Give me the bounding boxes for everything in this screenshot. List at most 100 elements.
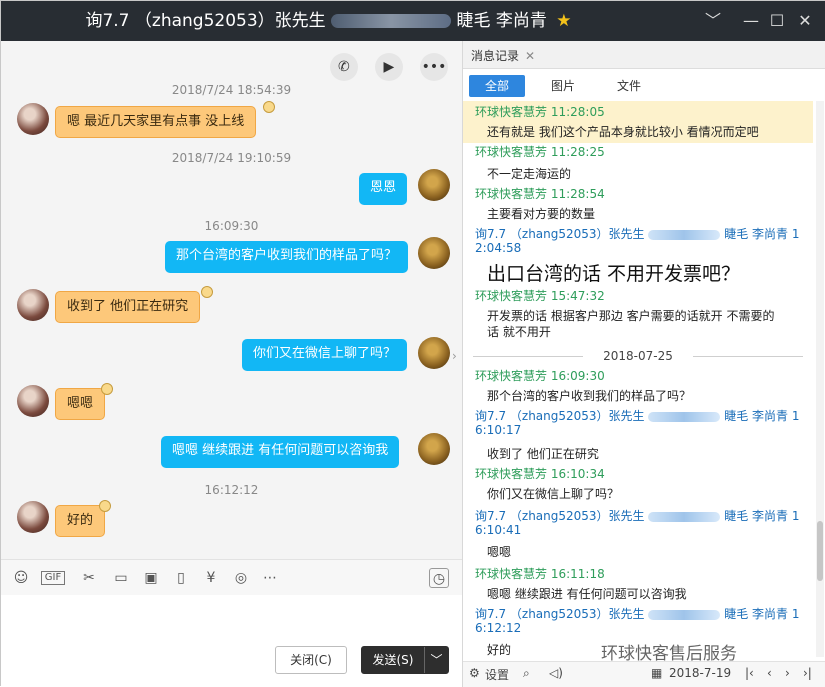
chat-pane: ✆ ▶ ••• 2018/7/24 18:54:39 嗯 最近几天家里有点事 没… <box>1 41 463 687</box>
red-packet-icon[interactable]: ¥ <box>201 568 221 588</box>
history-sender: 环球快客慧芳 15:47:32 <box>475 289 605 303</box>
tab-message-history[interactable]: 消息记录 ✕ <box>471 47 535 64</box>
history-sender: 环球快客慧芳 16:11:18 <box>475 567 605 581</box>
history-sender: 环球快客慧芳 11:28:54 <box>475 187 605 201</box>
title-redacted-phone <box>331 14 452 28</box>
settings-icon[interactable]: ⚙ <box>469 666 480 680</box>
minimize-button[interactable]: — <box>739 9 763 33</box>
chevron-down-icon[interactable]: ﹀ <box>701 9 725 33</box>
history-sender: 询7.7 （zhang52053）张先生 睫毛 李尚青 1 <box>475 507 799 524</box>
history-sender: 环球快客慧芳 11:28:05 <box>475 105 605 119</box>
collapse-arrow-icon[interactable]: › <box>452 349 457 363</box>
history-list: 环球快客慧芳 11:28:05 还有就是 我们这个产品本身就比较小 看情况而定吧… <box>463 101 813 657</box>
sender-tail: 睫毛 李尚青 1 <box>724 607 800 621</box>
last-page-icon[interactable]: ›| <box>803 666 812 680</box>
window-title: 询7.7 （zhang52053）张先生 睫毛 李尚青 ★ <box>1 1 656 41</box>
shake-icon[interactable]: ▯ <box>171 568 191 588</box>
avatar[interactable] <box>17 385 49 417</box>
send-button[interactable]: 发送(S) ﹀ <box>361 646 449 674</box>
message-bubble-outgoing: 你们又在微信上聊了吗？ <box>242 339 408 371</box>
avatar[interactable] <box>418 169 450 201</box>
prev-page-icon[interactable]: ‹ <box>767 666 772 680</box>
scissors-icon[interactable]: ✂ <box>79 568 99 588</box>
more-icon[interactable]: ••• <box>420 53 448 81</box>
chat-messages: ✆ ▶ ••• 2018/7/24 18:54:39 嗯 最近几天家里有点事 没… <box>1 41 462 558</box>
history-footer: ⚙ 设置 ⌕ ◁) ▦ 2018-7-19 |‹ ‹ › ›| <box>463 661 825 687</box>
sender-tail: 睫毛 李尚青 1 <box>724 409 800 423</box>
video-icon[interactable]: ▶ <box>374 53 403 81</box>
history-sender: 询7.7 （zhang52053）张先生 睫毛 李尚青 1 <box>475 407 799 424</box>
sender-tail: 睫毛 李尚青 1 <box>724 227 800 241</box>
avatar[interactable] <box>17 289 49 321</box>
input-toolbar: ☺ GIF ✂ ▭ ▣ ▯ ¥ ◎ ⋯ ◷ <box>1 559 462 595</box>
folder-icon[interactable]: ▭ <box>111 568 131 588</box>
close-window-button[interactable]: ✕ <box>793 9 817 33</box>
timestamp: 16:09:30 <box>204 219 259 233</box>
history-message: 还有就是 我们这个产品本身就比较小 看情况而定吧 <box>487 125 759 139</box>
settings-label[interactable]: 设置 <box>485 666 509 683</box>
history-sender: 询7.7 （zhang52053）张先生 睫毛 李尚青 1 <box>475 225 799 242</box>
redacted-phone <box>648 609 721 620</box>
filter-images[interactable]: 图片 <box>535 75 591 97</box>
history-clock-icon[interactable]: ◷ <box>429 568 449 588</box>
title-bar: 询7.7 （zhang52053）张先生 睫毛 李尚青 ★ ﹀ — ☐ ✕ <box>1 1 825 41</box>
title-contact: 询7.7 （zhang52053）张先生 <box>85 11 326 31</box>
message-bubble-incoming: 收到了 他们正在研究 <box>55 291 201 323</box>
avatar[interactable] <box>17 103 49 135</box>
redacted-phone <box>648 511 721 522</box>
next-page-icon[interactable]: › <box>785 666 790 680</box>
history-message: 那个台湾的客户收到我们的样品了吗？ <box>487 389 692 403</box>
history-date[interactable]: 2018-7-19 <box>669 666 731 680</box>
history-message: 嗯嗯 <box>487 545 512 559</box>
history-message: 收到了 他们正在研究 <box>487 447 599 461</box>
history-scrollbar[interactable] <box>816 101 824 657</box>
paw-icon <box>99 500 111 512</box>
scrollbar-thumb[interactable] <box>817 521 823 581</box>
history-time: 2:04:58 <box>475 241 522 255</box>
message-bubble-incoming: 嗯 最近几天家里有点事 没上线 <box>55 106 257 138</box>
filter-files[interactable]: 文件 <box>601 75 657 97</box>
search-icon[interactable]: ⌕ <box>523 666 530 681</box>
gif-icon[interactable]: GIF <box>41 571 65 585</box>
speaker-icon[interactable]: ◁) <box>549 666 563 680</box>
close-icon[interactable]: ✕ <box>525 49 535 63</box>
first-page-icon[interactable]: |‹ <box>745 666 754 680</box>
close-button[interactable]: 关闭(C) <box>275 646 347 674</box>
history-time: 6:10:41 <box>475 523 522 537</box>
history-sender: 环球快客慧芳 16:09:30 <box>475 369 605 383</box>
emoji-icon[interactable]: ☺ <box>11 568 31 588</box>
history-pane: 消息记录 ✕ 全部 图片 文件 环球快客慧芳 11:28:05 还有就是 我们这个… <box>463 41 825 687</box>
redacted-phone <box>648 229 721 240</box>
title-contact-suffix: 睫毛 李尚青 <box>456 11 547 31</box>
sender-name: 询7.7 （zhang52053）张先生 <box>475 227 645 241</box>
history-filters: 全部 图片 文件 <box>463 73 825 97</box>
sender-name: 询7.7 （zhang52053）张先生 <box>475 607 645 621</box>
history-time: 6:12:12 <box>475 621 522 635</box>
timestamp: 2018/7/24 18:54:39 <box>171 83 292 97</box>
transfer-icon[interactable]: ◎ <box>231 568 251 588</box>
maximize-button[interactable]: ☐ <box>765 9 789 33</box>
send-options-icon[interactable]: ﹀ <box>424 647 448 673</box>
paw-icon <box>201 286 213 298</box>
more-tools-icon[interactable]: ⋯ <box>260 568 280 588</box>
calendar-icon[interactable]: ▦ <box>651 666 662 680</box>
avatar[interactable] <box>17 501 49 533</box>
timestamp: 2018/7/24 19:10:59 <box>171 151 292 165</box>
filter-all[interactable]: 全部 <box>469 75 525 97</box>
send-label: 发送(S) <box>372 653 414 667</box>
phone-icon[interactable]: ✆ <box>329 53 358 81</box>
history-message-large: 出口台湾的话 不用开发票吧？ <box>487 263 741 285</box>
paw-icon <box>101 383 113 395</box>
paw-icon <box>263 101 275 113</box>
avatar[interactable] <box>418 433 450 465</box>
history-message: 不一定走海运的 <box>487 167 572 181</box>
redacted-phone <box>648 411 721 422</box>
star-icon[interactable]: ★ <box>556 11 571 31</box>
image-icon[interactable]: ▣ <box>141 568 161 588</box>
avatar[interactable] <box>418 337 450 369</box>
call-actions: ✆ ▶ ••• <box>318 53 448 81</box>
tab-label: 消息记录 <box>471 49 520 63</box>
date-separator: 2018-07-25 <box>473 349 803 363</box>
avatar[interactable] <box>418 237 450 269</box>
sender-tail: 睫毛 李尚青 1 <box>724 509 800 523</box>
